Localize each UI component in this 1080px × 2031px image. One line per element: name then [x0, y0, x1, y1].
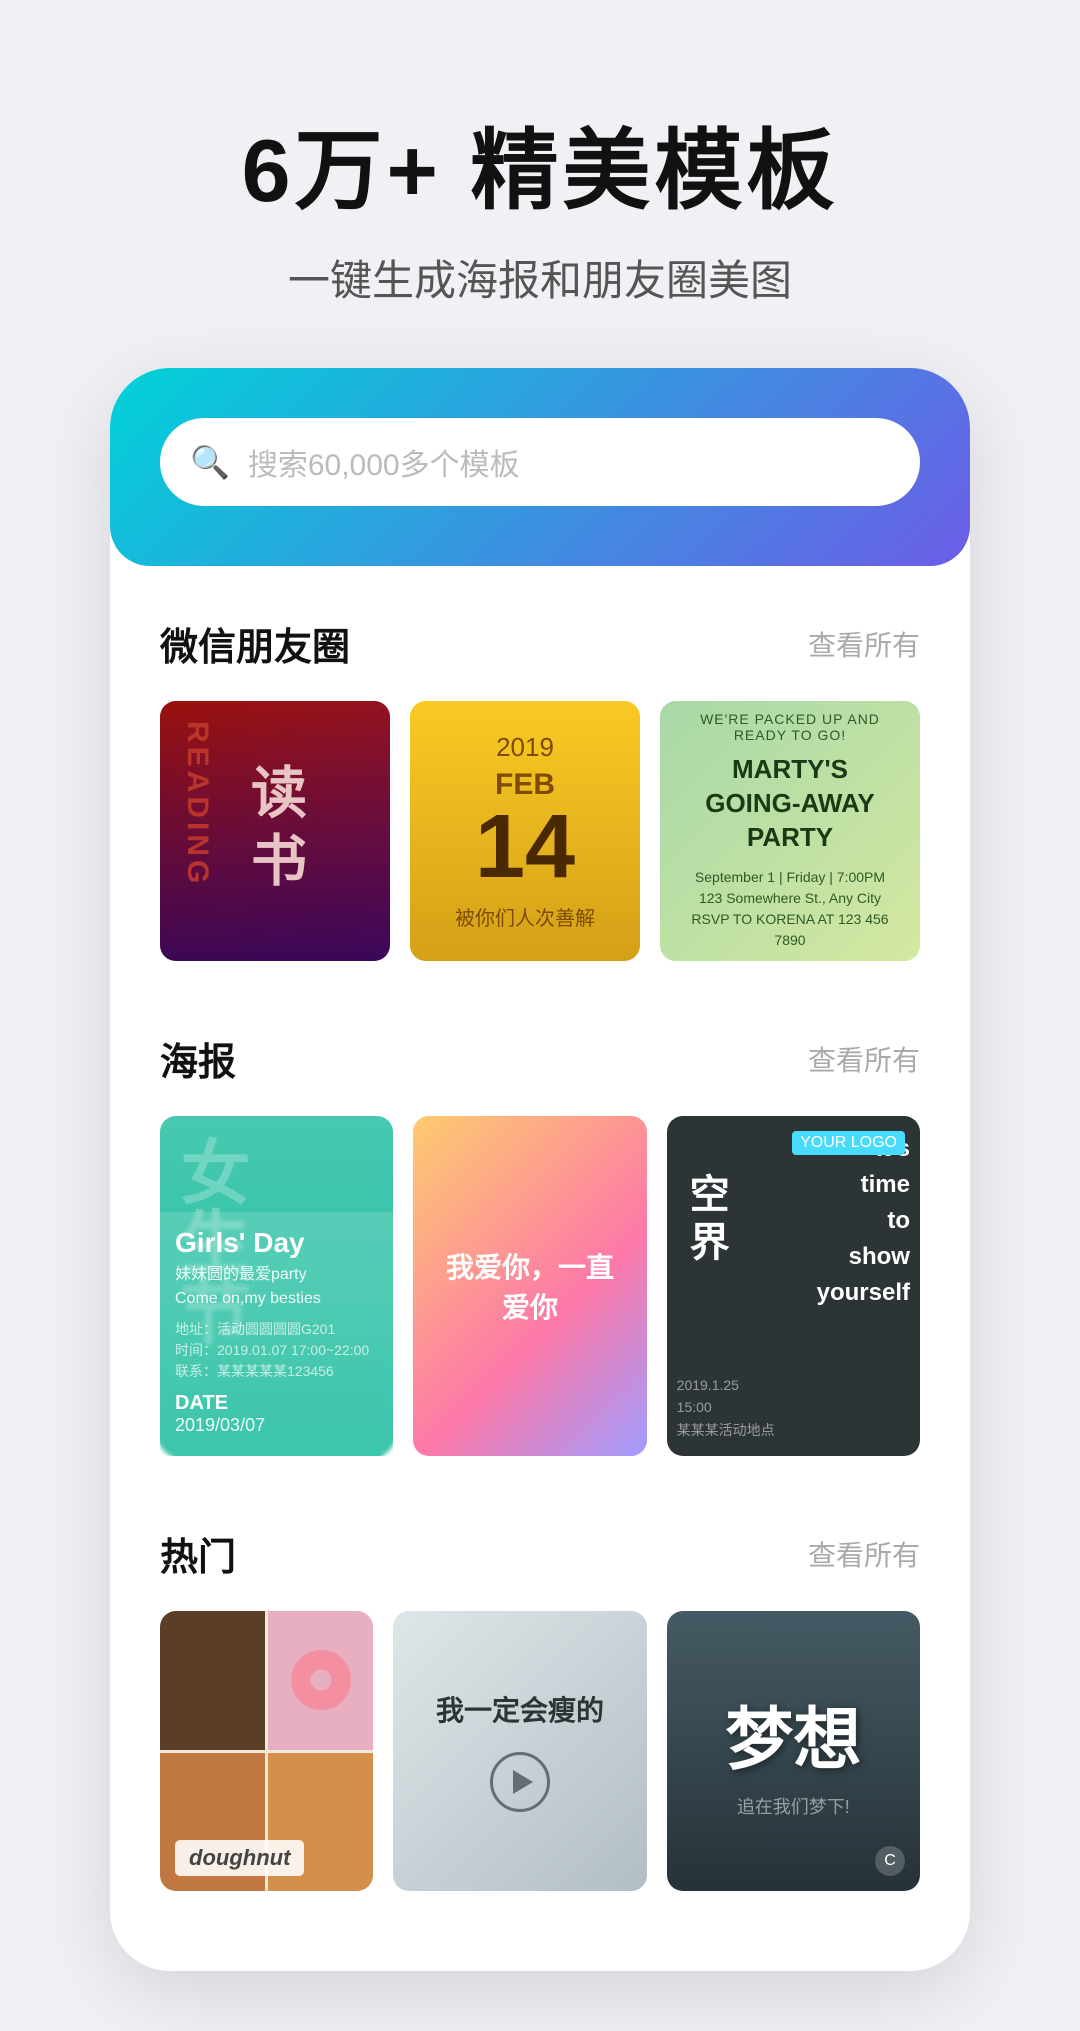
hot-title: 热门: [160, 1526, 236, 1581]
poster-grid: 女生节 Girls' Day 妹妹圆的最爱partyCome on,my bes…: [160, 1116, 920, 1456]
poster-title: 海报: [160, 1031, 236, 1086]
template-card-show[interactable]: 空界 It'stimetoshowyourself YOUR LOGO 2019…: [667, 1116, 920, 1456]
dream-text: 梦想: [725, 1684, 861, 1783]
poster-section: 海报 查看所有 女生节 Girls' Day 妹妹圆的最爱partyCome o…: [110, 981, 970, 1476]
search-bar[interactable]: 🔍 搜索60,000多个模板: [160, 418, 920, 506]
wechat-grid: 读书 READING 2019 FEB 14 被你们人次善解 WE'RE PAC…: [160, 701, 920, 961]
template-card-party[interactable]: WE'RE PACKED UP AND READY TO GO! MARTY'S…: [660, 701, 920, 961]
hot-section: 热门 查看所有 doughnut 我一定会瘦的: [110, 1476, 970, 1911]
template-card-dream[interactable]: 梦想 追在我们梦下! C: [667, 1611, 920, 1891]
hot-section-header: 热门 查看所有: [160, 1526, 920, 1581]
hero-subtitle: 一键生成海报和朋友圈美图: [288, 247, 792, 308]
template-card-feb14[interactable]: 2019 FEB 14 被你们人次善解: [410, 701, 640, 961]
hot-grid: doughnut 我一定会瘦的 梦想 追在我们梦下! C: [160, 1611, 920, 1891]
phone-card: 🔍 搜索60,000多个模板 微信朋友圈 查看所有 读书 READING 201…: [110, 368, 970, 1971]
motivation-text: 我一定会瘦的: [436, 1690, 604, 1732]
dream-subtext: 追在我们梦下!: [737, 1793, 850, 1819]
template-card-doughnut[interactable]: doughnut: [160, 1611, 373, 1891]
doughnut-label: doughnut: [175, 1840, 304, 1876]
search-header: 🔍 搜索60,000多个模板: [110, 368, 970, 566]
template-card-reading[interactable]: 读书 READING: [160, 701, 390, 961]
template-card-girls[interactable]: 女生节 Girls' Day 妹妹圆的最爱partyCome on,my bes…: [160, 1116, 393, 1456]
search-icon: 🔍: [190, 443, 230, 481]
poster-view-all[interactable]: 查看所有: [808, 1039, 920, 1079]
hot-view-all[interactable]: 查看所有: [808, 1534, 920, 1574]
template-card-motivation[interactable]: 我一定会瘦的: [393, 1611, 646, 1891]
wechat-view-all[interactable]: 查看所有: [808, 624, 920, 664]
wechat-section-header: 微信朋友圈 查看所有: [160, 616, 920, 671]
wechat-section: 微信朋友圈 查看所有 读书 READING 2019 FEB 14 被你们人次善…: [110, 566, 970, 981]
template-card-love[interactable]: 我爱你，一直爱你: [413, 1116, 646, 1456]
search-placeholder: 搜索60,000多个模板: [248, 440, 890, 484]
hero-title: 6万+ 精美模板: [242, 100, 839, 227]
poster-section-header: 海报 查看所有: [160, 1031, 920, 1086]
hero-section: 6万+ 精美模板 一键生成海报和朋友圈美图: [0, 0, 1080, 368]
wechat-title: 微信朋友圈: [160, 616, 350, 671]
